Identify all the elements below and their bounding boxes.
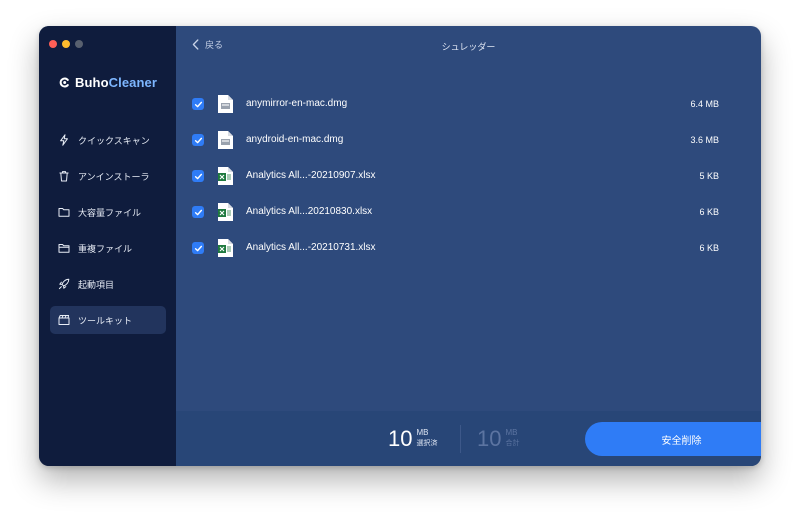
selected-size-label: 選択済: [416, 439, 438, 447]
file-size: 6 KB: [699, 207, 719, 217]
file-checkbox[interactable]: [192, 98, 204, 110]
buhocleaner-logo-icon: [59, 77, 69, 88]
file-name: Analytics All...-20210731.xlsx: [246, 242, 376, 253]
lightning-icon: [60, 134, 68, 146]
close-window-button[interactable]: [49, 40, 57, 48]
sidebar-item-quick-scan[interactable]: クイックスキャン: [50, 126, 166, 154]
brand: BuhoCleaner: [59, 75, 157, 90]
file-row[interactable]: anymirror-en-mac.dmg 6.4 MB: [176, 92, 761, 128]
page-title: シュレッダー: [441, 43, 496, 53]
file-name: Analytics All...-20210907.xlsx: [246, 170, 376, 181]
file-checkbox[interactable]: [192, 170, 204, 182]
file-row[interactable]: Analytics All...-20210731.xlsx 6 KB: [176, 236, 761, 272]
app-window: BuhoCleaner クイックスキャン アンインストーラ 大容量ファイル 重複…: [39, 26, 761, 466]
file-checkbox[interactable]: [192, 242, 204, 254]
selected-size-unit: MB: [416, 428, 429, 437]
footer-divider: [460, 425, 461, 453]
sidebar-item-label: ツールキット: [78, 316, 133, 327]
file-name: Analytics All...20210830.xlsx: [246, 206, 373, 217]
file-row[interactable]: Analytics All...-20210907.xlsx 5 KB: [176, 164, 761, 200]
file-list: anymirror-en-mac.dmg 6.4 MB anydroid-en-…: [176, 92, 761, 272]
header: 戻る シュレッダー: [176, 26, 761, 66]
sidebar-item-label: 大容量ファイル: [78, 208, 142, 219]
file-checkbox[interactable]: [192, 206, 204, 218]
sidebar-item-toolkit[interactable]: ツールキット: [50, 306, 166, 334]
minimize-window-button[interactable]: [62, 40, 70, 48]
total-size-stat: 10 MB 合計: [477, 428, 519, 450]
checkmark-icon: [194, 137, 202, 143]
file-row[interactable]: anydroid-en-mac.dmg 3.6 MB: [176, 128, 761, 164]
folder-icon: [58, 208, 70, 217]
app-title: BuhoCleaner: [75, 75, 158, 90]
dmg-file-icon: [218, 95, 233, 113]
file-row[interactable]: Analytics All...20210830.xlsx 6 KB: [176, 200, 761, 236]
file-name: anydroid-en-mac.dmg: [246, 134, 344, 145]
sidebar-item-label: 重複ファイル: [78, 244, 133, 255]
total-size-label: 合計: [505, 439, 520, 447]
file-size: 6 KB: [699, 243, 719, 253]
window-controls: [49, 40, 83, 48]
file-size: 3.6 MB: [690, 135, 719, 145]
main-panel: 戻る シュレッダー anymirror-en-mac.dmg 6.4 MB an…: [176, 26, 761, 466]
sidebar-item-startup-items[interactable]: 起動項目: [50, 270, 166, 298]
file-name: anymirror-en-mac.dmg: [246, 98, 348, 109]
checkmark-icon: [194, 209, 202, 215]
sidebar-item-label: アンインストーラ: [78, 172, 150, 183]
sidebar-item-label: クイックスキャン: [78, 136, 150, 147]
file-size: 6.4 MB: [690, 99, 719, 109]
file-checkbox[interactable]: [192, 134, 204, 146]
secure-delete-button[interactable]: 安全削除: [585, 422, 761, 456]
excel-file-icon: [218, 203, 233, 221]
total-size-unit: MB: [505, 428, 518, 437]
sidebar: BuhoCleaner クイックスキャン アンインストーラ 大容量ファイル 重複…: [39, 26, 176, 466]
excel-file-icon: [218, 239, 233, 257]
selected-size-stat: 10 MB 選択済: [388, 428, 437, 450]
checkmark-icon: [194, 173, 202, 179]
checkmark-icon: [194, 245, 202, 251]
zoom-window-button[interactable]: [75, 40, 83, 48]
file-size: 5 KB: [699, 171, 719, 181]
rocket-icon: [58, 278, 70, 290]
excel-file-icon: [218, 167, 233, 185]
sidebar-item-uninstaller[interactable]: アンインストーラ: [50, 162, 166, 190]
sidebar-item-label: 起動項目: [78, 280, 115, 291]
checkmark-icon: [194, 101, 202, 107]
sidebar-item-duplicate-files[interactable]: 重複ファイル: [50, 234, 166, 262]
footer-bar: 10 MB 選択済 10 MB 合計 安全削除: [176, 411, 761, 466]
total-size-value: 10: [477, 426, 502, 451]
toolkit-icon: [58, 315, 70, 325]
trash-icon: [59, 171, 69, 182]
dmg-file-icon: [218, 131, 233, 149]
selected-size-value: 10: [388, 426, 413, 451]
sidebar-item-large-files[interactable]: 大容量ファイル: [50, 198, 166, 226]
duplicate-folder-icon: [58, 244, 70, 253]
sidebar-nav: クイックスキャン アンインストーラ 大容量ファイル 重複ファイル 起動項目 ツー…: [50, 126, 166, 342]
